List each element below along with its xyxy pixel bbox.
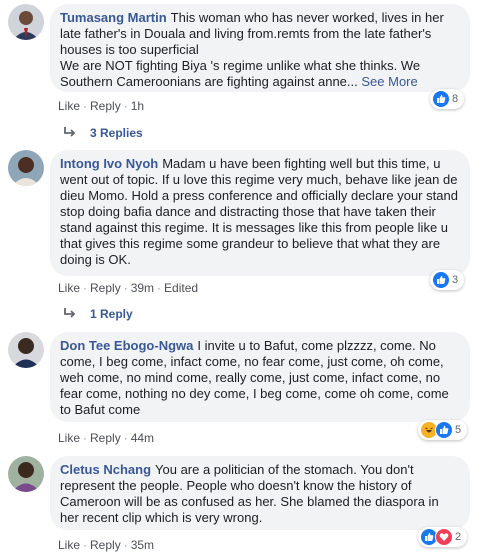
reply-button[interactable]: Reply [90, 99, 121, 113]
edited-label[interactable]: Edited [164, 281, 198, 295]
comment-text: Madam u have been fighting well but this… [60, 156, 458, 267]
commenter-name[interactable]: Intong Ivo Nyoh [60, 156, 158, 171]
like-button[interactable]: Like [58, 431, 80, 445]
reaction-summary[interactable]: 2 [418, 527, 468, 547]
comment-bubble: Intong Ivo Nyoh Madam u have been fightin… [50, 150, 470, 276]
view-replies-link[interactable]: 3 Replies [64, 126, 143, 140]
reaction-summary[interactable]: 5 [418, 420, 468, 440]
replies-count[interactable]: 3 Replies [90, 126, 143, 140]
commenter-name[interactable]: Tumasang Martin [60, 10, 167, 25]
commenter-name[interactable]: Cletus Nchang [60, 462, 151, 477]
timestamp[interactable]: 39m [131, 281, 154, 295]
comment-bubble: Tumasang Martin This woman who has never … [50, 4, 470, 92]
like-reaction-icon [435, 421, 453, 439]
avatar[interactable] [8, 456, 44, 492]
timestamp[interactable]: 35m [131, 538, 154, 552]
comment-actions: Like · Reply · 44m [58, 431, 155, 445]
reaction-count: 5 [455, 424, 462, 436]
like-button[interactable]: Like [58, 281, 80, 295]
comment-actions: Like · Reply · 1h [58, 99, 145, 113]
reply-arrow-icon [64, 307, 76, 321]
reaction-summary[interactable]: 8 [430, 89, 465, 109]
comment-actions: Like · Reply · 35m [58, 538, 155, 552]
like-button[interactable]: Like [58, 538, 80, 552]
reply-button[interactable]: Reply [90, 538, 121, 552]
reply-button[interactable]: Reply [90, 431, 121, 445]
reaction-summary[interactable]: 3 [430, 270, 465, 290]
commenter-name[interactable]: Don Tee Ebogo-Ngwa [60, 338, 193, 353]
comment-actions: Like · Reply · 39m · Edited [58, 281, 199, 295]
avatar[interactable] [8, 332, 44, 368]
timestamp[interactable]: 44m [131, 431, 154, 445]
avatar[interactable] [8, 150, 44, 186]
like-reaction-icon [432, 90, 450, 108]
reply-button[interactable]: Reply [90, 281, 121, 295]
see-more-link[interactable]: See More [361, 74, 417, 89]
love-reaction-icon [435, 528, 453, 546]
reaction-count: 3 [452, 274, 459, 286]
view-replies-link[interactable]: 1 Reply [64, 307, 133, 321]
like-reaction-icon [432, 271, 450, 289]
replies-count[interactable]: 1 Reply [90, 307, 133, 321]
like-button[interactable]: Like [58, 99, 80, 113]
reaction-count: 8 [452, 93, 459, 105]
avatar[interactable] [8, 4, 44, 40]
comment-bubble: Cletus Nchang You are a politician of the… [50, 456, 470, 530]
timestamp[interactable]: 1h [131, 99, 144, 113]
reaction-count: 2 [455, 531, 462, 543]
comment-bubble: Don Tee Ebogo-Ngwa I invite u to Bafut, c… [50, 332, 470, 422]
reply-arrow-icon [64, 126, 76, 140]
